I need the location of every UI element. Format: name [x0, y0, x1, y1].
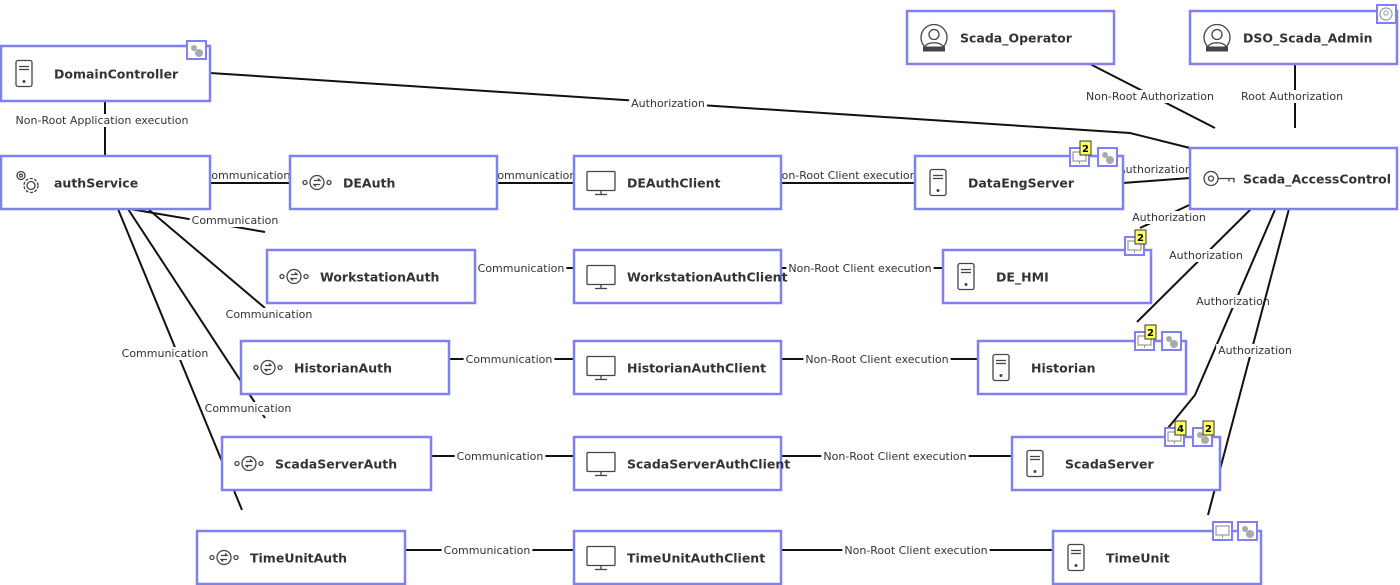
edge-label: Non-Root Client execution	[844, 544, 987, 557]
node-ScadaServer[interactable]: ScadaServer 4 2	[1010, 420, 1222, 492]
edge-label: Authorization	[1169, 249, 1243, 262]
edge-DEAuthClient-DataEngServer[interactable]: Non-Root Client execution	[771, 169, 919, 184]
edge-label: Root Authorization	[1241, 90, 1343, 103]
node-label: Scada_Operator	[960, 31, 1073, 47]
edge-label: Authorization	[1118, 163, 1192, 176]
edge-label: Non-Root Application execution	[16, 114, 189, 127]
edge-HistorianAuthClient-Historian[interactable]: Non-Root Client execution	[781, 353, 978, 366]
edge-label: Communication	[490, 169, 577, 182]
badge-count: 2	[1147, 328, 1154, 339]
edge-WorkstationAuth-WorkstationAuthClient[interactable]: Communication	[475, 262, 574, 275]
node-DEAuth[interactable]: DEAuth	[288, 154, 499, 211]
edge-label: Communication	[466, 353, 553, 366]
node-TimeUnitAuth[interactable]: TimeUnitAuth	[195, 529, 407, 585]
edge-label: Non-Root Client execution	[773, 169, 916, 182]
node-HistorianAuth[interactable]: HistorianAuth	[239, 339, 451, 396]
badge-monitor[interactable]: 2	[1069, 140, 1092, 167]
badge-gear[interactable]	[1237, 521, 1258, 541]
edge-label: Non-Root Client execution	[823, 450, 966, 463]
node-DE_HMI[interactable]: DE_HMI 2	[941, 229, 1153, 305]
architecture-diagram: Non-Root Application execution Authorizat…	[0, 4, 1399, 585]
node-DEAuthClient[interactable]: DEAuthClient	[572, 154, 783, 211]
edge-label: Authorization	[1132, 211, 1206, 224]
edge-TimeUnitAuthClient-TimeUnit[interactable]: Non-Root Client execution	[781, 544, 1053, 557]
badge-monitor[interactable]: 2	[1124, 229, 1147, 256]
edge-label: Communication	[444, 544, 531, 557]
node-label: ScadaServer	[1065, 457, 1155, 472]
edge-Scada_Operator-Scada_AccessControl[interactable]: Non-Root Authorization	[1084, 63, 1217, 129]
node-label: ScadaServerAuth	[275, 457, 397, 472]
edge-WorkstationAuthClient-DE_HMI[interactable]: Non-Root Client execution	[781, 262, 943, 275]
node-DomainController[interactable]: DomainController	[0, 40, 212, 103]
node-label: authService	[54, 176, 138, 191]
edge-label: Non-Root Authorization	[1086, 90, 1214, 103]
node-ScadaServerAuthClient[interactable]: ScadaServerAuthClient	[572, 435, 790, 492]
edge-HistorianAuth-HistorianAuthClient[interactable]: Communication	[449, 353, 574, 366]
edge-label: Communication	[478, 262, 565, 275]
node-label: WorkstationAuth	[320, 270, 439, 285]
edge-DSO_Scada_Admin-Scada_AccessControl[interactable]: Root Authorization	[1238, 64, 1346, 128]
node-label: DomainController	[54, 67, 179, 82]
badge-count: 2	[1205, 424, 1212, 435]
node-DSO_Scada_Admin[interactable]: DSO_Scada_Admin	[1188, 4, 1399, 66]
edge-ScadaServerAuthClient-ScadaServer[interactable]: Non-Root Client execution	[781, 450, 1012, 463]
node-label: DSO_Scada_Admin	[1243, 31, 1373, 47]
edge-authService-DEAuth[interactable]: Communication	[201, 169, 293, 184]
node-label: DE_HMI	[996, 270, 1049, 286]
badge-monitor[interactable]: 2	[1134, 324, 1157, 351]
edge-line[interactable]	[1122, 177, 1191, 184]
node-label: Historian	[1031, 361, 1096, 376]
edge-label: Authorization	[1196, 295, 1270, 308]
edge-label: Authorization	[1218, 344, 1292, 357]
node-label: DEAuth	[343, 176, 395, 191]
edge-DomainController-authService[interactable]: Non-Root Application execution	[13, 101, 191, 156]
badge-monitor[interactable]	[1212, 521, 1233, 541]
badge-monitor[interactable]: 4	[1164, 420, 1187, 447]
node-label: TimeUnitAuth	[250, 551, 347, 566]
node-label: ScadaServerAuthClient	[627, 457, 790, 472]
node-label: TimeUnit	[1106, 551, 1170, 566]
badge-count: 2	[1137, 233, 1144, 244]
node-authService[interactable]: authService	[0, 154, 212, 211]
node-label: DEAuthClient	[627, 176, 720, 191]
badge-gear[interactable]: 2	[1192, 420, 1215, 447]
edge-label: Communication	[205, 402, 292, 415]
badge-gear[interactable]	[1161, 331, 1182, 351]
node-TimeUnit[interactable]: TimeUnit	[1051, 521, 1263, 585]
edge-label: Authorization	[631, 97, 705, 110]
badge-count: 2	[1082, 144, 1089, 155]
node-DataEngServer[interactable]: DataEngServer 2	[913, 140, 1125, 211]
edge-label: Communication	[192, 214, 279, 227]
edge-label: Communication	[457, 450, 544, 463]
node-Scada_AccessControl[interactable]: Scada_AccessControl	[1188, 146, 1399, 211]
edge-DataEngServer-Scada_AccessControl[interactable]: Authorization	[1116, 163, 1194, 184]
badge-count: 4	[1177, 424, 1184, 435]
edge-line[interactable]	[209, 72, 1191, 149]
edge-label: Non-Root Client execution	[788, 262, 931, 275]
node-label: TimeUnitAuthClient	[627, 551, 765, 566]
badge-gear[interactable]	[186, 40, 207, 60]
node-Historian[interactable]: Historian 2	[976, 324, 1188, 396]
node-ScadaServerAuth[interactable]: ScadaServerAuth	[220, 435, 433, 492]
node-TimeUnitAuthClient[interactable]: TimeUnitAuthClient	[572, 529, 783, 585]
edge-label: Communication	[204, 169, 291, 182]
edge-ScadaServerAuth-ScadaServerAuthClient[interactable]: Communication	[431, 450, 574, 463]
edge-TimeUnitAuth-TimeUnitAuthClient[interactable]: Communication	[405, 544, 574, 557]
badge-user[interactable]	[1376, 4, 1397, 24]
node-label: DataEngServer	[968, 176, 1075, 191]
node-label: HistorianAuth	[294, 361, 392, 376]
edge-label: Communication	[122, 347, 209, 360]
node-label: Scada_AccessControl	[1243, 172, 1391, 188]
node-Scada_Operator[interactable]: Scada_Operator	[905, 9, 1116, 66]
node-label: HistorianAuthClient	[627, 361, 766, 376]
node-label: WorkstationAuthClient	[627, 270, 788, 285]
edge-DomainController-Scada_AccessControl[interactable]: Authorization	[209, 72, 1191, 149]
badge-gear[interactable]	[1097, 147, 1118, 167]
node-WorkstationAuthClient[interactable]: WorkstationAuthClient	[572, 248, 788, 305]
edge-label: Communication	[226, 308, 313, 321]
edge-label: Non-Root Client execution	[805, 353, 948, 366]
node-WorkstationAuth[interactable]: WorkstationAuth	[265, 248, 477, 305]
node-HistorianAuthClient[interactable]: HistorianAuthClient	[572, 339, 783, 396]
edge-DEAuth-DEAuthClient[interactable]: Communication	[487, 169, 579, 184]
